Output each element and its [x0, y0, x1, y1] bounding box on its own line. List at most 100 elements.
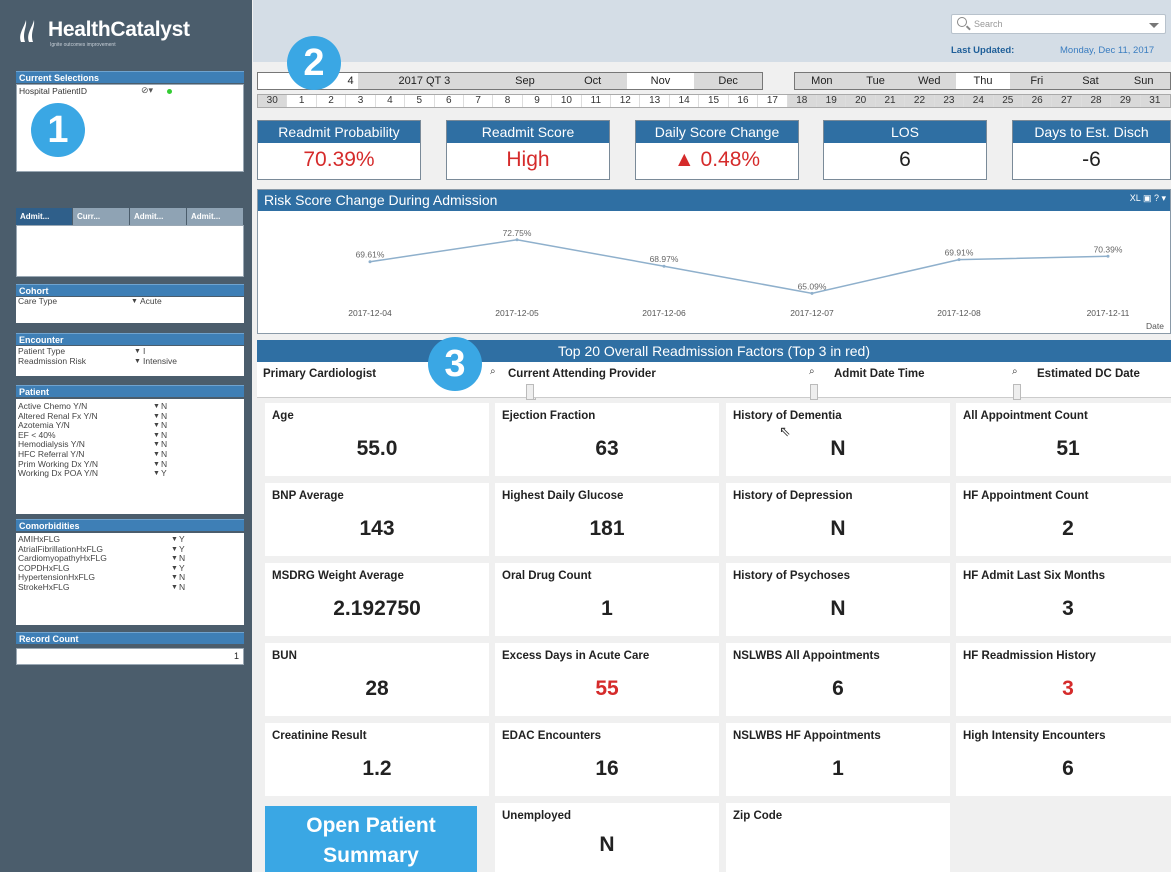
day-filter-item[interactable]: 13 — [640, 95, 670, 107]
quarter-filter-item[interactable]: 2017 QT 3 — [357, 73, 492, 89]
search-input[interactable]: Search — [951, 14, 1166, 34]
data-point[interactable] — [1106, 254, 1110, 258]
month-filter-item[interactable]: Dec — [694, 73, 763, 89]
row-value: Acute — [140, 296, 162, 306]
factor-card: History of Dementia N — [726, 403, 950, 476]
day-filter-item[interactable]: 28 — [1081, 95, 1112, 107]
data-point[interactable] — [810, 291, 814, 295]
day-filter-item[interactable]: 6 — [435, 95, 464, 107]
dropdown-arrow-icon[interactable]: ▼ — [153, 460, 160, 470]
day-filter-item[interactable]: 26 — [1022, 95, 1053, 107]
dropdown-arrow-icon[interactable]: ▼ — [171, 564, 178, 574]
factor-card: Highest Daily Glucose 181 — [495, 483, 719, 556]
dropdown-arrow-icon[interactable]: ▼ — [171, 535, 178, 545]
weekday-item[interactable]: Fri — [1009, 73, 1064, 89]
chevron-down-icon[interactable] — [1149, 23, 1159, 28]
dropdown-arrow-icon[interactable]: ▼ — [131, 297, 138, 307]
weekday-item[interactable]: Sat — [1063, 73, 1118, 89]
day-filter-item[interactable]: 5 — [405, 95, 435, 107]
day-filter-item[interactable]: 31 — [1140, 95, 1171, 107]
day-filter-item[interactable]: 24 — [964, 95, 994, 107]
callout-2-badge: 2 — [287, 36, 341, 90]
data-point[interactable] — [368, 260, 372, 264]
day-filter-item[interactable]: 4 — [376, 95, 406, 107]
patient-row[interactable]: Working Dx POA Y/N ▼ Y — [16, 469, 244, 479]
search-icon[interactable]: ⌕ — [1012, 366, 1018, 377]
day-filter-item[interactable]: 25 — [993, 95, 1023, 107]
day-filter-item[interactable]: 23 — [934, 95, 965, 107]
weekday-item[interactable]: Mon — [795, 73, 849, 89]
weekday-item[interactable]: Tue — [848, 73, 903, 89]
day-filter-item[interactable]: 15 — [699, 95, 729, 107]
chart-tools-icon[interactable]: XL ▣ ? ▾ — [1130, 193, 1166, 204]
column-scroll[interactable] — [810, 384, 818, 400]
tab-admit-3[interactable]: Admit... — [187, 208, 243, 225]
dropdown-arrow-icon[interactable]: ▼ — [153, 402, 160, 412]
column-current-attending-provider[interactable]: ⌕ Current Attending Provider — [486, 362, 772, 400]
day-filter-item[interactable]: 16 — [729, 95, 759, 107]
day-filter-item[interactable]: 7 — [464, 95, 494, 107]
day-filter-item[interactable]: 19 — [817, 95, 847, 107]
factor-card: Oral Drug Count 1 — [495, 563, 719, 636]
cohort-row-care-type[interactable]: Care Type ▼ Acute — [16, 296, 244, 307]
day-filter-item[interactable]: 21 — [875, 95, 906, 107]
dropdown-arrow-icon[interactable]: ▼ — [134, 347, 141, 357]
encounter-row-readmission-risk[interactable]: Readmission Risk ▼ Intensive — [16, 356, 244, 367]
dropdown-arrow-icon[interactable]: ▼ — [171, 545, 178, 555]
dropdown-arrow-icon[interactable]: ▼ — [153, 469, 160, 479]
day-filter-item[interactable]: 14 — [670, 95, 700, 107]
day-filter-item[interactable]: 1 — [287, 95, 317, 107]
dropdown-arrow-icon[interactable]: ▼ — [134, 357, 141, 367]
weekday-item[interactable]: Sun — [1117, 73, 1171, 89]
dropdown-arrow-icon[interactable]: ▼ — [171, 554, 178, 564]
day-filter-item[interactable]: 17 — [758, 95, 788, 107]
month-filter-item[interactable]: Sep — [491, 73, 559, 89]
day-filter-item[interactable]: 8 — [493, 95, 523, 107]
selection-tools-icon[interactable]: ⊘▾ — [141, 85, 153, 96]
factor-label: HF Admit Last Six Months — [963, 570, 1106, 582]
month-filter-item[interactable]: Nov — [627, 73, 695, 89]
day-filter-item[interactable]: 18 — [787, 95, 818, 107]
tab-admit-2[interactable]: Admit... — [130, 208, 186, 225]
search-icon[interactable]: ⌕ — [809, 366, 815, 377]
day-filter-item[interactable]: 29 — [1111, 95, 1141, 107]
tab-curr[interactable]: Curr... — [73, 208, 129, 225]
weekday-item[interactable]: Thu — [956, 73, 1010, 89]
data-point[interactable] — [662, 264, 666, 268]
factor-label: High Intensity Encounters — [963, 730, 1106, 742]
dropdown-arrow-icon[interactable]: ▼ — [171, 583, 178, 593]
column-scroll[interactable] — [1013, 384, 1021, 400]
day-filter-item[interactable]: 2 — [317, 95, 347, 107]
search-icon[interactable]: ⌕ — [490, 366, 496, 377]
factor-value: 55 — [595, 677, 619, 700]
column-admit-date-time[interactable]: ⌕ Admit Date Time — [772, 362, 1034, 400]
factor-label: Excess Days in Acute Care — [502, 650, 650, 662]
column-scroll[interactable] — [526, 384, 534, 400]
data-point[interactable] — [515, 238, 519, 242]
callout-3-badge: 3 — [428, 337, 482, 391]
day-filter-item[interactable]: 11 — [582, 95, 612, 107]
day-filter-item[interactable]: 27 — [1052, 95, 1082, 107]
day-filter-item[interactable]: 20 — [846, 95, 876, 107]
weekday-item[interactable]: Wed — [902, 73, 957, 89]
day-filter-item[interactable]: 9 — [523, 95, 553, 107]
tab-admit-1[interactable]: Admit... — [16, 208, 72, 225]
comorbidity-row[interactable]: StrokeHxFLG ▼ N — [16, 582, 244, 593]
open-patient-summary-button[interactable]: Open Patient Summary — [265, 806, 477, 872]
dropdown-arrow-icon[interactable]: ▼ — [153, 450, 160, 460]
factor-value: 6 — [832, 677, 844, 700]
day-filter-item[interactable]: 3 — [346, 95, 376, 107]
month-filter-item[interactable]: Oct — [558, 73, 627, 89]
dropdown-arrow-icon[interactable]: ▼ — [153, 421, 160, 431]
column-label: Admit Date Time — [834, 368, 925, 380]
dropdown-arrow-icon[interactable]: ▼ — [153, 412, 160, 422]
day-filter-item[interactable]: 30 — [258, 95, 288, 107]
data-point[interactable] — [957, 258, 961, 262]
day-filter-item[interactable]: 12 — [611, 95, 641, 107]
day-filter-item[interactable]: 22 — [905, 95, 935, 107]
dropdown-arrow-icon[interactable]: ▼ — [171, 573, 178, 583]
column-estimated-dc-date[interactable]: ⌕ Estimated DC Date — [1012, 362, 1171, 400]
dropdown-arrow-icon[interactable]: ▼ — [153, 440, 160, 450]
day-filter-item[interactable]: 10 — [552, 95, 582, 107]
dropdown-arrow-icon[interactable]: ▼ — [153, 431, 160, 441]
